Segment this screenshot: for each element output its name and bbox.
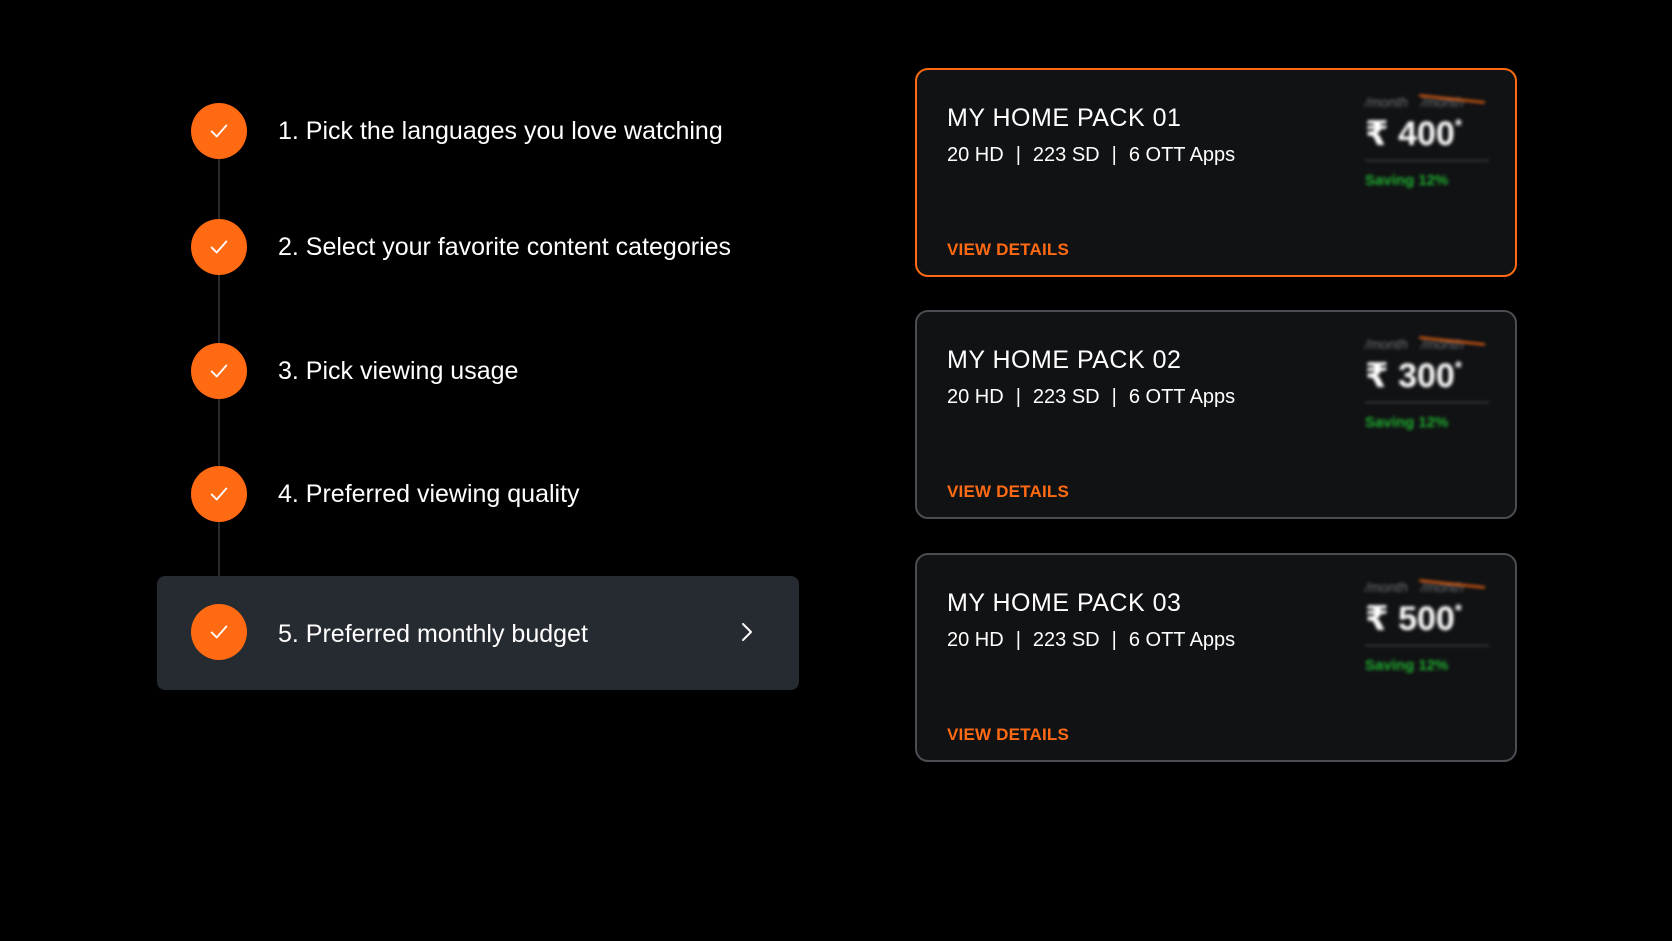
step-label: 2. Select your favorite content categori… [278, 233, 732, 261]
saving-badge: Saving 12% [1365, 657, 1449, 674]
ott-apps: 6 OTT Apps [1128, 144, 1236, 166]
step-label: 4. Preferred viewing quality [278, 480, 580, 508]
pack-name: MY HOME PACK 03 [947, 589, 1182, 617]
ott-apps: 6 OTT Apps [1128, 629, 1236, 651]
step-complete-badge [191, 466, 247, 522]
sd-channels: 223 SD [1032, 629, 1100, 651]
step-categories[interactable]: 2. Select your favorite content categori… [157, 189, 799, 303]
price-value: ₹ 400 [1365, 115, 1455, 153]
check-icon [210, 487, 228, 501]
price-amount: ₹ 300* [1365, 356, 1462, 396]
check-icon [210, 240, 228, 254]
pack-features: 20 HD | 223 SD | 6 OTT Apps [947, 144, 1235, 167]
hd-channels: 20 HD [947, 386, 1004, 408]
price-asterisk: * [1454, 116, 1462, 136]
step-label: 5. Preferred monthly budget [278, 620, 588, 648]
view-details-link[interactable]: VIEW DETAILS [947, 482, 1069, 502]
pack-card-03[interactable]: MY HOME PACK 03 20 HD | 223 SD | 6 OTT Apps … [915, 553, 1517, 762]
saving-badge: Saving 12% [1365, 414, 1449, 431]
price-period: /month [1365, 579, 1408, 595]
price-block: /month /month ₹ 300* Saving 12% [1365, 336, 1495, 446]
step-viewing-usage[interactable]: 3. Pick viewing usage [157, 313, 799, 427]
pack-features: 20 HD | 223 SD | 6 OTT Apps [947, 629, 1235, 652]
check-icon [210, 625, 228, 639]
separator: | [1111, 386, 1117, 408]
step-label: 3. Pick viewing usage [278, 357, 519, 385]
pack-features: 20 HD | 223 SD | 6 OTT Apps [947, 386, 1235, 409]
separator: | [1015, 144, 1021, 166]
sd-channels: 223 SD [1032, 386, 1100, 408]
saving-badge: Saving 12% [1365, 172, 1449, 189]
price-divider [1365, 160, 1489, 161]
price-asterisk: * [1454, 358, 1462, 378]
hd-channels: 20 HD [947, 144, 1004, 166]
step-label: 1. Pick the languages you love watching [278, 117, 723, 145]
chevron-right-icon [742, 623, 752, 641]
separator: | [1111, 629, 1117, 651]
step-complete-badge [191, 219, 247, 275]
price-period: /month [1365, 94, 1408, 110]
price-value: ₹ 500 [1365, 600, 1455, 638]
step-complete-badge [191, 343, 247, 399]
step-complete-badge [191, 604, 247, 660]
view-details-link[interactable]: VIEW DETAILS [947, 240, 1069, 260]
step-monthly-budget[interactable]: 5. Preferred monthly budget [157, 576, 799, 690]
separator: | [1015, 386, 1021, 408]
price-amount: ₹ 400* [1365, 114, 1462, 154]
view-details-link[interactable]: VIEW DETAILS [947, 725, 1069, 745]
price-block: /month /month ₹ 400* Saving 12% [1365, 94, 1495, 204]
price-asterisk: * [1454, 601, 1462, 621]
check-icon [210, 124, 228, 138]
pack-card-01[interactable]: MY HOME PACK 01 20 HD | 223 SD | 6 OTT Apps … [915, 68, 1517, 277]
hd-channels: 20 HD [947, 629, 1004, 651]
price-period: /month [1365, 336, 1408, 352]
budget-step-screen: 1. Pick the languages you love watching … [0, 0, 1672, 941]
separator: | [1111, 144, 1117, 166]
separator: | [1015, 629, 1021, 651]
price-amount: ₹ 500* [1365, 599, 1462, 639]
check-icon [210, 364, 228, 378]
step-viewing-quality[interactable]: 4. Preferred viewing quality [157, 435, 799, 549]
pack-card-02[interactable]: MY HOME PACK 02 20 HD | 223 SD | 6 OTT Apps … [915, 310, 1517, 519]
sd-channels: 223 SD [1032, 144, 1100, 166]
price-divider [1365, 402, 1489, 403]
ott-apps: 6 OTT Apps [1128, 386, 1236, 408]
price-block: /month /month ₹ 500* Saving 12% [1365, 579, 1495, 689]
step-complete-badge [191, 103, 247, 159]
pack-name: MY HOME PACK 01 [947, 104, 1182, 132]
price-divider [1365, 645, 1489, 646]
step-languages[interactable]: 1. Pick the languages you love watching [157, 72, 799, 186]
pack-name: MY HOME PACK 02 [947, 346, 1182, 374]
price-value: ₹ 300 [1365, 357, 1455, 395]
